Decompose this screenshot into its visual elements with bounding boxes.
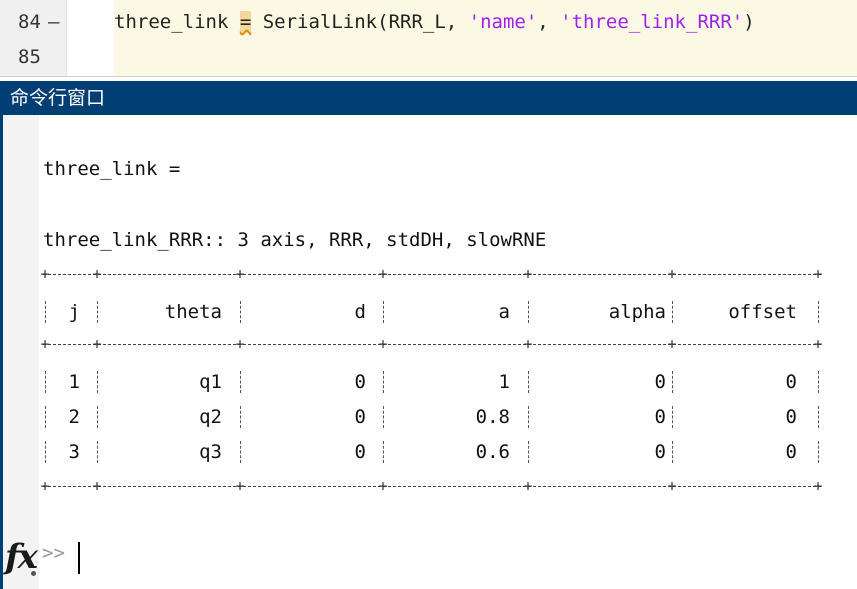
table-cell: 1: [68, 371, 80, 393]
table-rule: + + + + + + +: [40, 477, 822, 495]
table-cell: 0: [785, 406, 797, 428]
table-cell-border: [383, 301, 385, 323]
table-rule-corner: +: [235, 335, 245, 353]
editor-pane[interactable]: 84 — three_link = SerialLink(RRR_L, 'nam…: [0, 0, 857, 77]
code-line[interactable]: 84 — three_link = SerialLink(RRR_L, 'nam…: [0, 5, 857, 39]
table-cell-border: [383, 371, 385, 393]
table-cell-border: [528, 301, 530, 323]
table-rule-corner: +: [667, 335, 677, 353]
table-rule: + + + + + + +: [40, 335, 822, 353]
table-cell-border: [528, 371, 530, 393]
robot-summary: three_link_RRR:: 3 axis, RRR, stdDH, slo…: [43, 229, 547, 251]
table-cell: 1: [498, 371, 510, 393]
table-cell: 0: [654, 406, 666, 428]
table-cell: 0: [785, 441, 797, 463]
table-cell-border: [383, 406, 385, 428]
table-header-cell: j: [68, 301, 80, 323]
table-cell: 0: [354, 441, 366, 463]
table-rule-corner: +: [378, 335, 388, 353]
table-rule-corner: +: [813, 335, 823, 353]
table-cell-border: [672, 406, 674, 428]
table-header-cell: theta: [164, 301, 222, 323]
table-cell-border: [672, 441, 674, 463]
code-line[interactable]: 85: [0, 40, 857, 74]
table-header-cell: a: [498, 301, 510, 323]
table-cell: 0: [354, 371, 366, 393]
table-cell-border: [240, 406, 242, 428]
table-cell: 0: [654, 441, 666, 463]
table-cell-border: [97, 371, 99, 393]
table-cell: 0: [354, 406, 366, 428]
table-cell-border: [818, 371, 820, 393]
command-window-title: 命令行窗口: [10, 87, 106, 109]
table-cell-border: [818, 441, 820, 463]
table-cell-border: [818, 301, 820, 323]
function-browser-dot-icon: [31, 571, 36, 576]
output-variable: three_link =: [43, 158, 181, 180]
table-rule-corner: +: [92, 265, 102, 283]
line-number: 85: [18, 46, 41, 68]
table-rule-corner: +: [40, 265, 50, 283]
table-cell: q3: [199, 441, 222, 463]
command-window-title-bar[interactable]: 命令行窗口: [0, 81, 857, 115]
table-rule-corner: +: [378, 477, 388, 495]
code-text[interactable]: three_link = SerialLink(RRR_L, 'name', '…: [114, 5, 755, 39]
table-rule-corner: +: [667, 265, 677, 283]
string-literal: 'three_link_RRR': [560, 11, 744, 33]
text-cursor: [78, 542, 80, 574]
table-rule-corner: +: [813, 477, 823, 495]
table-rule-corner: +: [235, 265, 245, 283]
table-cell: 3: [68, 441, 80, 463]
table-rule-corner: +: [40, 477, 50, 495]
table-rule-corner: +: [523, 335, 533, 353]
table-cell-border: [240, 441, 242, 463]
table-rule-corner: +: [523, 477, 533, 495]
table-cell: 0: [654, 371, 666, 393]
table-cell: q2: [199, 406, 222, 428]
table-cell-border: [97, 441, 99, 463]
command-window-body[interactable]: [39, 115, 857, 589]
table-cell-border: [528, 441, 530, 463]
table-rule-corner: +: [378, 265, 388, 283]
table-header-cell: offset: [728, 301, 797, 323]
table-rule-corner: +: [92, 335, 102, 353]
table-rule-corner: +: [813, 265, 823, 283]
table-cell-border: [97, 301, 99, 323]
command-window-margin: [3, 115, 39, 589]
table-cell-border: [383, 441, 385, 463]
table-cell-border: [818, 406, 820, 428]
table-cell: 0.6: [475, 441, 510, 463]
table-cell: 2: [68, 406, 80, 428]
table-cell: 0.8: [475, 406, 510, 428]
table-header-cell: alpha: [608, 301, 666, 323]
table-cell: q1: [199, 371, 222, 393]
table-header-cell: d: [354, 301, 366, 323]
table-cell: 0: [785, 371, 797, 393]
table-cell-border: [672, 371, 674, 393]
command-prompt: >>: [42, 542, 65, 564]
table-cell-border: [672, 301, 674, 323]
table-rule-corner: +: [667, 477, 677, 495]
table-rule-corner: +: [235, 477, 245, 495]
warning-underline[interactable]: =: [239, 11, 252, 33]
breakpoint-marker[interactable]: —: [48, 5, 59, 39]
table-rule-corner: +: [523, 265, 533, 283]
table-cell-border: [97, 406, 99, 428]
line-number: 84: [18, 11, 41, 33]
table-cell-border: [528, 406, 530, 428]
string-literal: 'name': [468, 11, 538, 33]
table-rule-corner: +: [40, 335, 50, 353]
table-cell-border: [240, 371, 242, 393]
table-rule: + + + + + + +: [40, 265, 822, 283]
table-cell-border: [240, 301, 242, 323]
table-rule-corner: +: [92, 477, 102, 495]
